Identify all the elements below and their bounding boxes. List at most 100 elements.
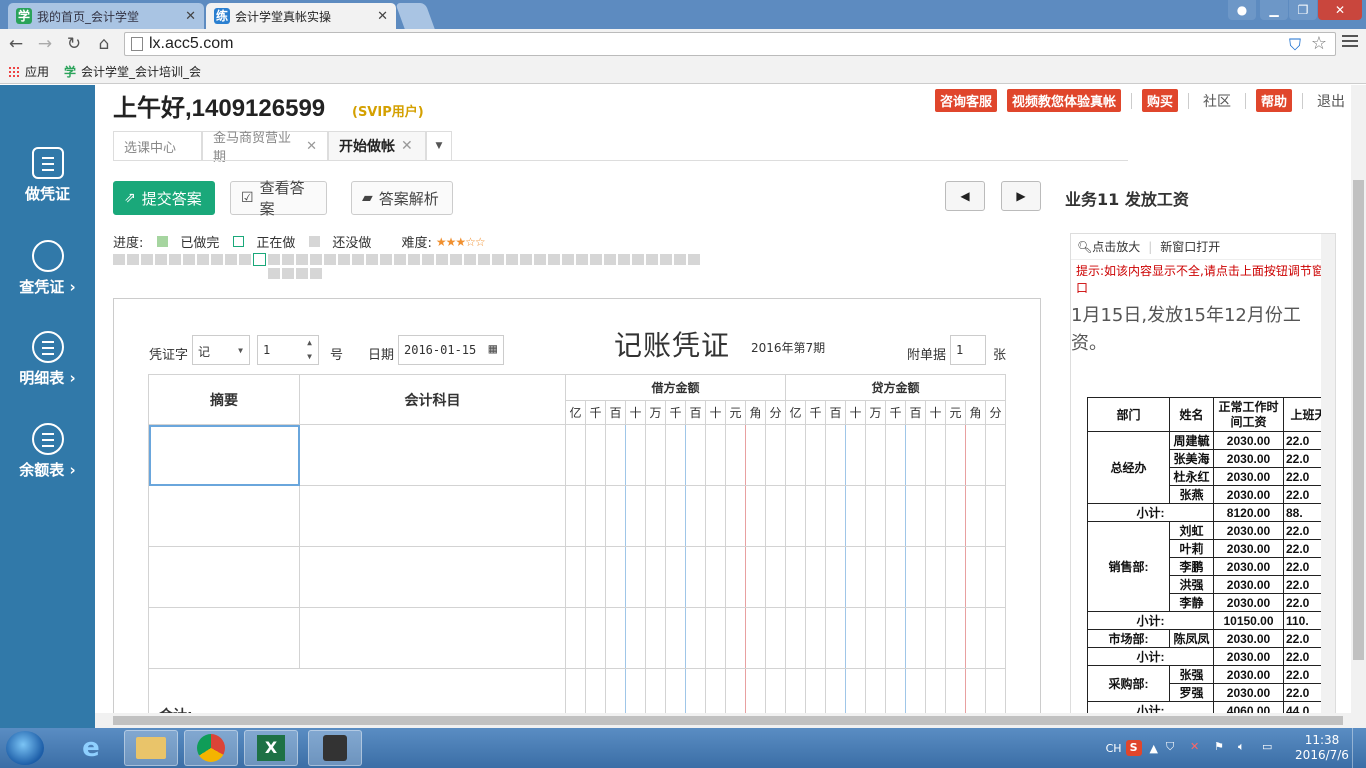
submit-answer-button[interactable]: ⇗ 提交答案 xyxy=(113,181,215,215)
display-icon[interactable]: ▭ xyxy=(1262,740,1278,756)
show-desktop-button[interactable] xyxy=(1352,728,1366,768)
new-tab-button[interactable] xyxy=(395,3,435,29)
credit-digit-cell[interactable] xyxy=(905,546,926,608)
previous-business-button[interactable]: ◀ xyxy=(945,181,985,211)
credit-digit-cell[interactable] xyxy=(865,607,886,669)
taskbar-chrome[interactable] xyxy=(184,730,238,766)
credit-digit-cell[interactable] xyxy=(985,607,1006,669)
credit-digit-cell[interactable] xyxy=(965,485,986,547)
credit-digit-cell[interactable] xyxy=(805,607,826,669)
credit-digit-cell[interactable] xyxy=(845,546,866,608)
logout-link[interactable]: 退出 xyxy=(1313,91,1349,111)
progress-cell[interactable] xyxy=(296,254,308,265)
scroll-thumb[interactable] xyxy=(113,716,1343,725)
tab-course-center[interactable]: 选课中心 xyxy=(113,131,202,160)
credit-digit-cell[interactable] xyxy=(805,485,826,547)
progress-cell[interactable] xyxy=(155,254,167,265)
progress-cell[interactable] xyxy=(338,254,350,265)
credit-digit-cell[interactable] xyxy=(965,607,986,669)
horizontal-scrollbar[interactable] xyxy=(95,713,1351,728)
caret-down-icon[interactable]: ▼ xyxy=(307,352,312,361)
progress-cell[interactable] xyxy=(169,254,181,265)
debit-digit-cell[interactable] xyxy=(585,546,606,608)
debit-digit-cell[interactable] xyxy=(585,424,606,486)
credit-digit-cell[interactable] xyxy=(885,424,906,486)
minimize-icon[interactable]: ▁ xyxy=(1260,0,1288,20)
debit-digit-cell[interactable] xyxy=(605,607,626,669)
taskbar-excel[interactable]: X xyxy=(244,730,298,766)
credit-digit-cell[interactable] xyxy=(945,424,966,486)
credit-digit-cell[interactable] xyxy=(845,485,866,547)
sidebar-item-detail-table[interactable]: 明细表 › xyxy=(0,331,95,388)
progress-cell[interactable] xyxy=(366,254,378,265)
progress-cell[interactable] xyxy=(268,254,280,265)
progress-cell[interactable] xyxy=(225,254,237,265)
account-cell[interactable] xyxy=(299,485,566,547)
account-cell[interactable] xyxy=(299,546,566,608)
voucher-number-stepper[interactable]: 1 ▲ ▼ xyxy=(257,335,319,365)
page-scrollbar[interactable] xyxy=(1351,85,1366,728)
clock[interactable]: 11:38 2016/7/6 xyxy=(1292,733,1352,763)
maximize-icon[interactable]: ❐ xyxy=(1289,0,1317,20)
debit-digit-cell[interactable] xyxy=(725,607,746,669)
progress-cell[interactable] xyxy=(450,254,462,265)
credit-digit-cell[interactable] xyxy=(885,485,906,547)
credit-digit-cell[interactable] xyxy=(985,485,1006,547)
progress-cell[interactable] xyxy=(239,254,251,265)
taskbar-ie[interactable]: e xyxy=(64,730,118,766)
debit-digit-cell[interactable] xyxy=(645,424,666,486)
debit-digit-cell[interactable] xyxy=(725,546,746,608)
date-input[interactable]: 2016-01-15 ▦ xyxy=(398,335,504,365)
attachment-count-input[interactable]: 1 xyxy=(950,335,986,365)
progress-cell[interactable] xyxy=(660,254,672,265)
bookmark-acc5[interactable]: 学 会计学堂_会计培训_会 xyxy=(64,63,201,80)
user-profile-icon[interactable]: ● xyxy=(1228,0,1256,20)
progress-cell[interactable] xyxy=(492,254,504,265)
progress-cell[interactable] xyxy=(324,254,336,265)
tab-dropdown-button[interactable]: ▼ xyxy=(426,131,452,160)
tray-expand-icon[interactable]: ▲ xyxy=(1150,742,1158,755)
answer-analysis-button[interactable]: ▰ 答案解析 xyxy=(351,181,453,215)
debit-digit-cell[interactable] xyxy=(565,546,586,608)
summary-cell[interactable] xyxy=(148,607,300,669)
credit-digit-cell[interactable] xyxy=(925,424,946,486)
progress-cell[interactable] xyxy=(310,254,322,265)
debit-digit-cell[interactable] xyxy=(705,607,726,669)
credit-digit-cell[interactable] xyxy=(965,424,986,486)
progress-cell[interactable] xyxy=(534,254,546,265)
calendar-icon[interactable]: ▦ xyxy=(489,341,497,357)
close-icon[interactable]: ✕ xyxy=(306,139,317,154)
credit-digit-cell[interactable] xyxy=(825,546,846,608)
close-window-icon[interactable]: ✕ xyxy=(1318,0,1362,20)
customer-service-link[interactable]: 咨询客服 xyxy=(934,89,997,112)
voucher-word-select[interactable]: 记 ▼ xyxy=(192,335,250,365)
progress-cell[interactable] xyxy=(408,254,420,265)
credit-digit-cell[interactable] xyxy=(985,424,1006,486)
debit-digit-cell[interactable] xyxy=(565,424,586,486)
credit-digit-cell[interactable] xyxy=(845,607,866,669)
progress-cell[interactable] xyxy=(646,254,658,265)
progress-cell[interactable] xyxy=(590,254,602,265)
credit-digit-cell[interactable] xyxy=(925,607,946,669)
debit-digit-cell[interactable] xyxy=(725,424,746,486)
progress-cell[interactable] xyxy=(310,268,322,279)
credit-digit-cell[interactable] xyxy=(945,607,966,669)
progress-cell[interactable] xyxy=(632,254,644,265)
start-button[interactable] xyxy=(6,731,44,765)
debit-digit-cell[interactable] xyxy=(605,546,626,608)
video-demo-link[interactable]: 视频教您体验真帐 xyxy=(1006,89,1121,112)
sidebar-item-balance-table[interactable]: 余额表 › xyxy=(0,423,95,480)
credit-digit-cell[interactable] xyxy=(925,546,946,608)
debit-digit-cell[interactable] xyxy=(745,424,766,486)
credit-digit-cell[interactable] xyxy=(785,546,806,608)
progress-cell[interactable] xyxy=(296,268,308,279)
url-text[interactable]: lx.acc5.com xyxy=(149,35,233,53)
progress-cell[interactable] xyxy=(380,254,392,265)
sidebar-item-query-voucher[interactable]: 查凭证 › xyxy=(0,240,95,297)
network-icon[interactable]: ✕ xyxy=(1190,740,1206,756)
debit-digit-cell[interactable] xyxy=(565,485,586,547)
progress-cell[interactable] xyxy=(211,254,223,265)
debit-digit-cell[interactable] xyxy=(665,424,686,486)
progress-cell[interactable] xyxy=(197,254,209,265)
panel-scrollbar[interactable] xyxy=(1321,234,1335,727)
